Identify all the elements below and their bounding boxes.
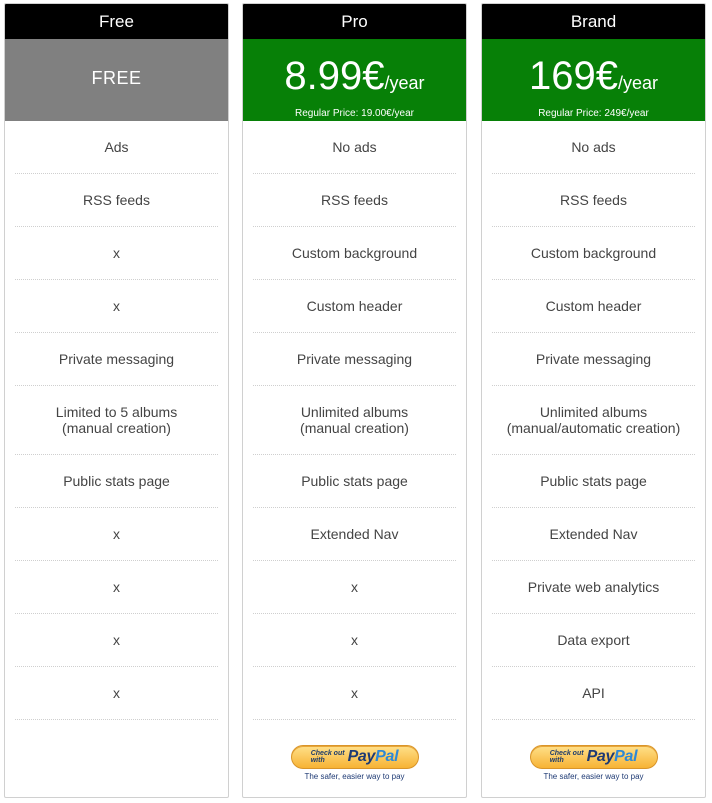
price-amount: 169€ [528,54,618,98]
paypal-checkout-button[interactable]: Check out with PayPal [529,745,658,769]
feature-item: No ads [492,121,695,174]
feature-item: x [253,614,456,667]
feature-item: x [15,561,218,614]
feature-item: Limited to 5 albums (manual creation) [15,386,218,455]
paypal-checkout-button[interactable]: Check out with PayPal [290,745,419,769]
feature-item: Private web analytics [492,561,695,614]
feature-item: Private messaging [253,333,456,386]
paypal-logo: PayPal [347,748,399,765]
feature-item: Public stats page [492,455,695,508]
plan-title: Pro [243,4,466,39]
price-box: 169€/year Regular Price: 249€/year [482,39,705,121]
price-label: FREE [91,68,142,88]
price-box: FREE [5,39,228,121]
paypal-checkout-text: Check out with [549,750,584,764]
plan-card-brand: Brand 169€/year Regular Price: 249€/year… [481,3,706,798]
paypal-tagline: The safer, easier way to pay [543,772,644,781]
feature-item: Public stats page [15,455,218,508]
feature-item: Private messaging [492,333,695,386]
feature-item: API [492,667,695,720]
feature-item: x [15,667,218,720]
feature-item: Private messaging [15,333,218,386]
price-period: /year [617,73,658,93]
price-period: /year [384,73,425,93]
price-amount: 8.99€ [284,54,385,98]
feature-item: Data export [492,614,695,667]
plan-title: Free [5,4,228,39]
regular-price: Regular Price: 249€/year [538,108,649,119]
feature-list: No ads RSS feeds Custom background Custo… [482,121,705,720]
feature-item: Ads [15,121,218,174]
paypal-logo: PayPal [586,748,638,765]
feature-item: No ads [253,121,456,174]
price-box: 8.99€/year Regular Price: 19.00€/year [243,39,466,121]
feature-item: RSS feeds [15,174,218,227]
feature-item: x [253,561,456,614]
regular-price: Regular Price: 19.00€/year [295,108,414,119]
feature-item: Extended Nav [492,508,695,561]
feature-item: x [15,508,218,561]
price: 169€/year [482,39,705,107]
plan-title: Brand [482,4,705,39]
feature-item: RSS feeds [253,174,456,227]
checkout-area: Check out with PayPal The safer, easier … [482,745,705,781]
paypal-tagline: The safer, easier way to pay [304,772,405,781]
price: 8.99€/year [243,39,466,107]
feature-list: No ads RSS feeds Custom background Custo… [243,121,466,720]
feature-item: Unlimited albums (manual creation) [253,386,456,455]
feature-item: x [15,280,218,333]
plan-card-pro: Pro 8.99€/year Regular Price: 19.00€/yea… [242,3,467,798]
feature-item: x [253,667,456,720]
feature-list: Ads RSS feeds x x Private messaging Limi… [5,121,228,720]
feature-item: Custom background [492,227,695,280]
plan-card-free: Free FREE Ads RSS feeds x x Private mess… [4,3,229,798]
feature-item: x [15,227,218,280]
feature-item: Extended Nav [253,508,456,561]
feature-item: Custom header [253,280,456,333]
paypal-checkout-text: Check out with [310,750,345,764]
checkout-area: Check out with PayPal The safer, easier … [243,745,466,781]
feature-item: RSS feeds [492,174,695,227]
feature-item: Custom background [253,227,456,280]
feature-item: Custom header [492,280,695,333]
feature-item: Unlimited albums (manual/automatic creat… [492,386,695,455]
feature-item: Public stats page [253,455,456,508]
feature-item: x [15,614,218,667]
